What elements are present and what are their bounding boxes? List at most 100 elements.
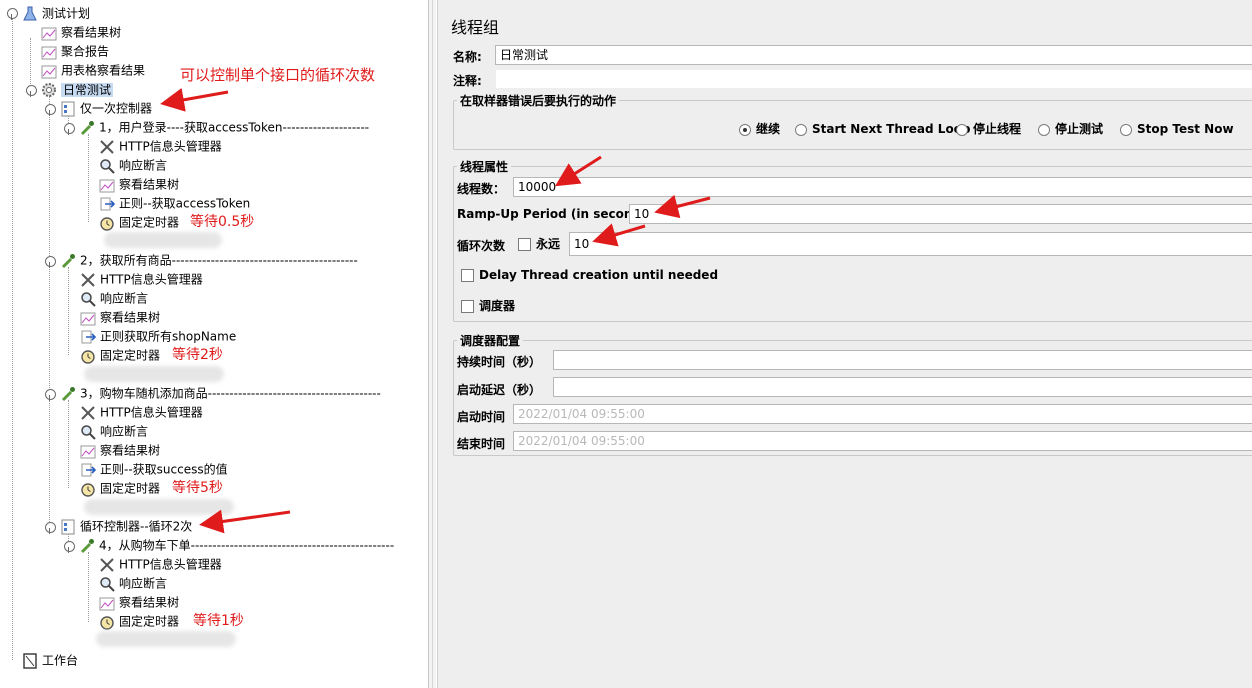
extract-arrow-icon: [80, 329, 97, 345]
pipette-icon: [79, 120, 95, 136]
threads-label: 线程数：: [457, 182, 506, 196]
split-pane-divider[interactable]: [429, 0, 436, 688]
tree-node-header-manager[interactable]: HTTP信息头管理器: [80, 403, 203, 421]
tools-icon: [99, 557, 115, 573]
redacted-row: [104, 232, 222, 248]
tree-node-sampler-cart[interactable]: 3，购物车随机添加商品-----------------------------…: [60, 384, 381, 402]
tree-node-header-manager[interactable]: HTTP信息头管理器: [80, 270, 203, 288]
redacted-row: [84, 366, 224, 382]
loop-count-label: 循环次数: [457, 239, 506, 253]
tree-node-constant-timer[interactable]: 固定定时器: [80, 346, 160, 364]
tree-node-regex-extractor[interactable]: 正则获取所有shopName: [80, 327, 236, 345]
tree-node-workbench[interactable]: 工作台: [22, 651, 78, 669]
tree-connector: [88, 552, 89, 622]
expand-toggle[interactable]: [26, 85, 37, 97]
clipboard-icon: [22, 652, 38, 669]
expand-toggle[interactable]: [45, 389, 56, 401]
tree-node-loop-controller[interactable]: 循环控制器--循环2次: [60, 517, 192, 535]
stopwatch-icon: [99, 614, 115, 630]
rampup-input[interactable]: 10: [629, 204, 1252, 224]
pipette-icon: [60, 386, 76, 402]
magnifier-icon: [80, 424, 96, 440]
magnifier-icon: [99, 158, 115, 174]
tree-node-response-assertion[interactable]: 响应断言: [99, 574, 167, 592]
tree-node-response-assertion[interactable]: 响应断言: [80, 422, 148, 440]
loop-count-input[interactable]: 10: [569, 232, 1252, 256]
graph-icon: [41, 44, 57, 60]
tree-node-view-results[interactable]: 察看结果树: [99, 175, 179, 193]
expand-toggle[interactable]: [64, 541, 75, 553]
annotation-wait: 等待0.5秒: [190, 214, 255, 230]
thread-group-panel: 线程组 名称: 日常测试 注释: 在取样器错误后要执行的动作 继续 Start …: [437, 0, 1252, 688]
radio-circle: [1038, 123, 1050, 136]
error-action-title: 在取样器错误后要执行的动作: [457, 92, 620, 109]
tree-node-aggregate-report[interactable]: 聚合报告: [41, 42, 109, 60]
tree-connector: [49, 96, 50, 528]
comment-field[interactable]: [495, 69, 1252, 89]
tools-icon: [99, 139, 115, 155]
magnifier-icon: [80, 291, 96, 307]
expand-toggle[interactable]: [45, 104, 56, 116]
tree-node-test-plan[interactable]: 测试计划: [22, 4, 90, 22]
scheduler-config-title: 调度器配置: [457, 332, 524, 349]
start-time-label: 启动时间: [457, 410, 506, 424]
threads-input[interactable]: 10000: [513, 177, 1252, 197]
delay-thread-checkbox[interactable]: Delay Thread creation until needed: [461, 268, 718, 282]
end-time-label: 结束时间: [457, 437, 506, 451]
startup-delay-label: 启动延迟（秒）: [457, 383, 542, 397]
tree-node-response-assertion[interactable]: 响应断言: [99, 156, 167, 174]
redacted-row: [84, 499, 234, 515]
pipette-icon: [79, 538, 95, 554]
extract-arrow-icon: [99, 196, 116, 212]
tree-node-constant-timer[interactable]: 固定定时器: [99, 612, 179, 630]
forever-checkbox[interactable]: 永远: [518, 237, 560, 251]
name-label: 名称:: [453, 50, 482, 64]
name-field[interactable]: 日常测试: [495, 45, 1252, 65]
tree-node-constant-timer[interactable]: 固定定时器: [99, 213, 179, 231]
tree-node-response-assertion[interactable]: 响应断言: [80, 289, 148, 307]
tree-node-view-results[interactable]: 察看结果树: [80, 308, 160, 326]
radio-circle: [795, 123, 807, 136]
tree-node-sampler-login[interactable]: 1，用户登录----获取accessToken-----------------…: [79, 118, 369, 136]
tree-node-thread-group[interactable]: 日常测试: [41, 80, 114, 98]
tree-node-view-results[interactable]: 察看结果树: [99, 593, 179, 611]
expand-toggle[interactable]: [7, 8, 18, 20]
tree-node-table-results[interactable]: 用表格察看结果: [41, 61, 145, 79]
tree-node-sampler-order[interactable]: 4，从购物车下单--------------------------------…: [79, 536, 394, 554]
startup-delay-input[interactable]: [553, 377, 1252, 397]
tree-node-view-results[interactable]: 察看结果树: [41, 23, 121, 41]
tree-node-once-controller[interactable]: 仅一次控制器: [60, 99, 152, 117]
test-plan-tree[interactable]: 测试计划 察看结果树 聚合报告 用表格察看结果 日常测试 仅一次控制器 1，用户…: [0, 0, 429, 688]
radio-start-next-loop[interactable]: Start Next Thread Loop: [795, 122, 971, 136]
end-time-input[interactable]: 2022/01/04 09:55:00: [513, 431, 1252, 451]
magnifier-icon: [99, 576, 115, 592]
stopwatch-icon: [80, 481, 96, 497]
graph-icon: [99, 177, 115, 193]
radio-continue[interactable]: 继续: [739, 122, 780, 136]
annotation-wait: 等待5秒: [172, 480, 223, 496]
stopwatch-icon: [99, 215, 115, 231]
duration-input[interactable]: [553, 350, 1252, 370]
tree-node-header-manager[interactable]: HTTP信息头管理器: [99, 137, 222, 155]
tree-node-constant-timer[interactable]: 固定定时器: [80, 479, 160, 497]
expand-toggle[interactable]: [45, 256, 56, 268]
redacted-row: [96, 631, 236, 647]
tree-connector: [30, 38, 31, 90]
tree-node-view-results[interactable]: 察看结果树: [80, 441, 160, 459]
radio-stop-thread[interactable]: 停止线程: [956, 122, 1021, 136]
tree-node-header-manager[interactable]: HTTP信息头管理器: [99, 555, 222, 573]
expand-toggle[interactable]: [45, 522, 56, 534]
checkbox-box: [461, 269, 474, 282]
radio-stop-test-now[interactable]: Stop Test Now: [1120, 122, 1234, 136]
annotation-note: 可以控制单个接口的循环次数: [180, 66, 376, 84]
tree-node-regex-extractor[interactable]: 正则--获取success的值: [80, 460, 228, 478]
radio-circle: [956, 123, 968, 136]
expand-toggle[interactable]: [64, 123, 75, 135]
extract-arrow-icon: [80, 462, 97, 478]
tree-node-sampler-products[interactable]: 2，获取所有商品--------------------------------…: [60, 251, 358, 269]
tree-node-regex-extractor[interactable]: 正则--获取accessToken: [99, 194, 250, 212]
scheduler-checkbox[interactable]: 调度器: [461, 299, 515, 313]
radio-stop-test[interactable]: 停止测试: [1038, 122, 1103, 136]
stopwatch-icon: [80, 348, 96, 364]
start-time-input[interactable]: 2022/01/04 09:55:00: [513, 404, 1252, 424]
